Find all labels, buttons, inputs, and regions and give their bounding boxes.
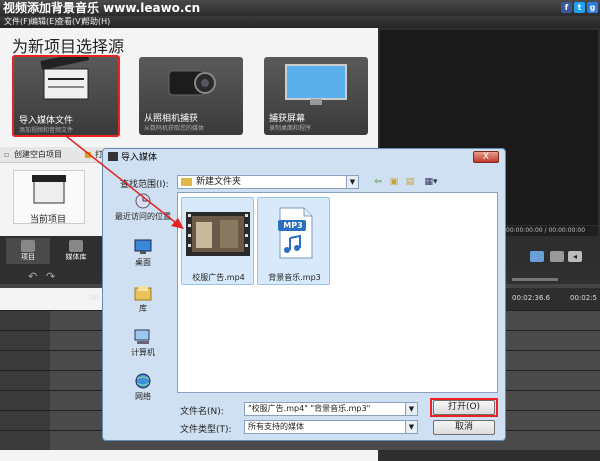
annotation-arrow (65, 135, 184, 229)
